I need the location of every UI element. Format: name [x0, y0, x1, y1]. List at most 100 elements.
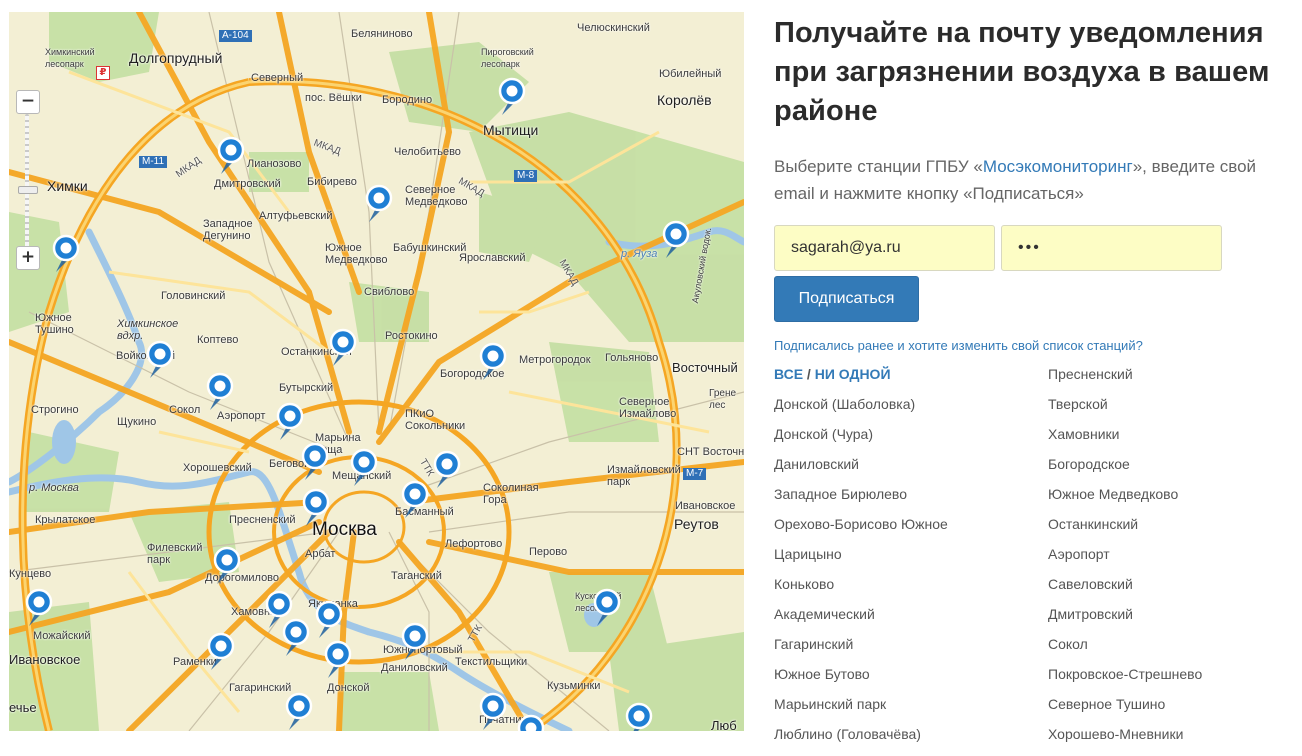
- station-marker-icon[interactable]: [365, 184, 395, 224]
- subscription-panel: Получайте на почту уведомления при загря…: [774, 14, 1284, 756]
- map-label: Лианозово: [247, 158, 302, 170]
- station-marker-icon[interactable]: [593, 588, 623, 628]
- map-label: Метрогородок: [519, 354, 591, 366]
- station-item[interactable]: Коньково: [774, 576, 1048, 606]
- station-marker-icon[interactable]: [479, 692, 509, 731]
- zoom-in-button[interactable]: +: [16, 246, 40, 270]
- map-label: Химкинский лесопарк: [45, 47, 95, 69]
- map-label: M-8: [514, 170, 538, 182]
- station-item[interactable]: Западное Бирюлево: [774, 486, 1048, 516]
- map-label: Реутов: [674, 516, 719, 532]
- ruble-icon: ₽: [96, 66, 110, 80]
- select-separator: /: [803, 366, 815, 382]
- station-item[interactable]: Академический: [774, 606, 1048, 636]
- station-item[interactable]: Царицыно: [774, 546, 1048, 576]
- station-marker-icon[interactable]: [146, 340, 176, 380]
- map-label: Северный: [251, 72, 304, 84]
- station-item[interactable]: Аэропорт: [1048, 546, 1284, 576]
- station-item[interactable]: Донской (Чура): [774, 426, 1048, 456]
- station-item[interactable]: Тверской: [1048, 396, 1284, 426]
- station-marker-icon[interactable]: [324, 640, 354, 680]
- station-item[interactable]: Орехово-Борисово Южное: [774, 516, 1048, 546]
- select-all-link[interactable]: ВСЕ: [774, 366, 803, 382]
- station-item[interactable]: Покровское-Стрешнево: [1048, 666, 1284, 696]
- station-item[interactable]: Богородское: [1048, 456, 1284, 486]
- station-marker-icon[interactable]: [329, 328, 359, 368]
- map[interactable]: ₽ Долгопрудный Химки Химкинский лесопарк…: [9, 12, 744, 731]
- station-item[interactable]: Дмитровский: [1048, 606, 1284, 636]
- map-label: Измайловский парк: [607, 464, 681, 488]
- station-item[interactable]: Марьинский парк: [774, 696, 1048, 726]
- station-item[interactable]: Савеловский: [1048, 576, 1284, 606]
- zoom-slider-thumb[interactable]: [18, 186, 38, 194]
- map-label: Бибирево: [307, 176, 357, 188]
- station-marker-icon[interactable]: [517, 714, 547, 731]
- map-label: Южное Медведково: [325, 242, 388, 266]
- station-marker-icon[interactable]: [207, 632, 237, 672]
- station-item[interactable]: Северное Тушино: [1048, 696, 1284, 726]
- map-label: Сокол: [169, 404, 201, 416]
- map-label: Крылатское: [35, 514, 96, 526]
- map-label: M-11: [139, 156, 168, 168]
- station-marker-icon[interactable]: [25, 588, 55, 628]
- map-label: Грене лес: [709, 388, 737, 411]
- station-marker-icon[interactable]: [301, 442, 331, 482]
- station-item[interactable]: Пресненский: [1048, 366, 1284, 396]
- map-label: Южное Тушино: [35, 312, 74, 336]
- map-label: Донской: [327, 682, 370, 694]
- station-marker-icon[interactable]: [217, 136, 247, 176]
- station-marker-icon[interactable]: [625, 702, 655, 731]
- select-none-link[interactable]: НИ ОДНОЙ: [815, 366, 891, 382]
- station-item[interactable]: Сокол: [1048, 636, 1284, 666]
- map-label: Мытищи: [483, 122, 539, 138]
- station-marker-icon[interactable]: [206, 372, 236, 412]
- map-label: р. Москва: [29, 482, 79, 494]
- map-label: Текстильщики: [455, 656, 528, 668]
- map-label: Бородино: [382, 94, 433, 106]
- map-label: Ярославский: [459, 252, 526, 264]
- station-marker-icon[interactable]: [52, 234, 82, 274]
- map-label: ПКиО Сокольники: [405, 408, 466, 432]
- station-marker-icon[interactable]: [433, 450, 463, 490]
- subscribe-button[interactable]: Подписаться: [774, 276, 919, 322]
- map-label: Королёв: [657, 92, 712, 108]
- password-field[interactable]: [1001, 225, 1222, 271]
- map-label: Соколиная Гора: [483, 482, 539, 506]
- email-field[interactable]: [774, 225, 995, 271]
- map-label: Ростокино: [385, 330, 438, 342]
- map-label: Кузьминки: [547, 680, 601, 692]
- station-marker-icon[interactable]: [285, 692, 315, 731]
- map-label: Химкинское вдхр.: [117, 318, 179, 342]
- map-label: Пресненский: [229, 514, 296, 526]
- map-label: Дмитровский: [214, 178, 281, 190]
- map-label: Даниловский: [381, 662, 448, 674]
- map-label: Таганский: [391, 570, 442, 582]
- station-item[interactable]: Останкинский: [1048, 516, 1284, 546]
- subscription-form: [774, 225, 1284, 271]
- station-marker-icon[interactable]: [302, 488, 332, 528]
- station-item[interactable]: Даниловский: [774, 456, 1048, 486]
- station-marker-icon[interactable]: [498, 77, 528, 117]
- station-marker-icon[interactable]: [350, 448, 380, 488]
- station-marker-icon[interactable]: [315, 600, 345, 640]
- station-marker-icon[interactable]: [401, 480, 431, 520]
- map-label: Северное Измайлово: [619, 396, 677, 420]
- map-base: [9, 12, 744, 731]
- map-label: Челобитьево: [394, 146, 461, 158]
- station-item[interactable]: Донской (Шаболовка): [774, 396, 1048, 426]
- station-item[interactable]: Гагаринский: [774, 636, 1048, 666]
- station-item[interactable]: Южное Медведково: [1048, 486, 1284, 516]
- station-marker-icon[interactable]: [479, 342, 509, 382]
- station-marker-icon[interactable]: [662, 220, 692, 260]
- map-label: Хорошевский: [183, 462, 252, 474]
- station-marker-icon[interactable]: [401, 622, 431, 662]
- station-item[interactable]: Южное Бутово: [774, 666, 1048, 696]
- change-stations-link[interactable]: Подписались ранее и хотите изменить свой…: [774, 338, 1284, 353]
- map-label: ечье: [9, 700, 37, 715]
- station-marker-icon[interactable]: [282, 618, 312, 658]
- station-marker-icon[interactable]: [213, 546, 243, 586]
- zoom-out-button[interactable]: −: [16, 90, 40, 114]
- station-item[interactable]: Хамовники: [1048, 426, 1284, 456]
- station-marker-icon[interactable]: [276, 402, 306, 442]
- mosecomonitoring-link[interactable]: Мосэкомониторинг: [983, 157, 1133, 176]
